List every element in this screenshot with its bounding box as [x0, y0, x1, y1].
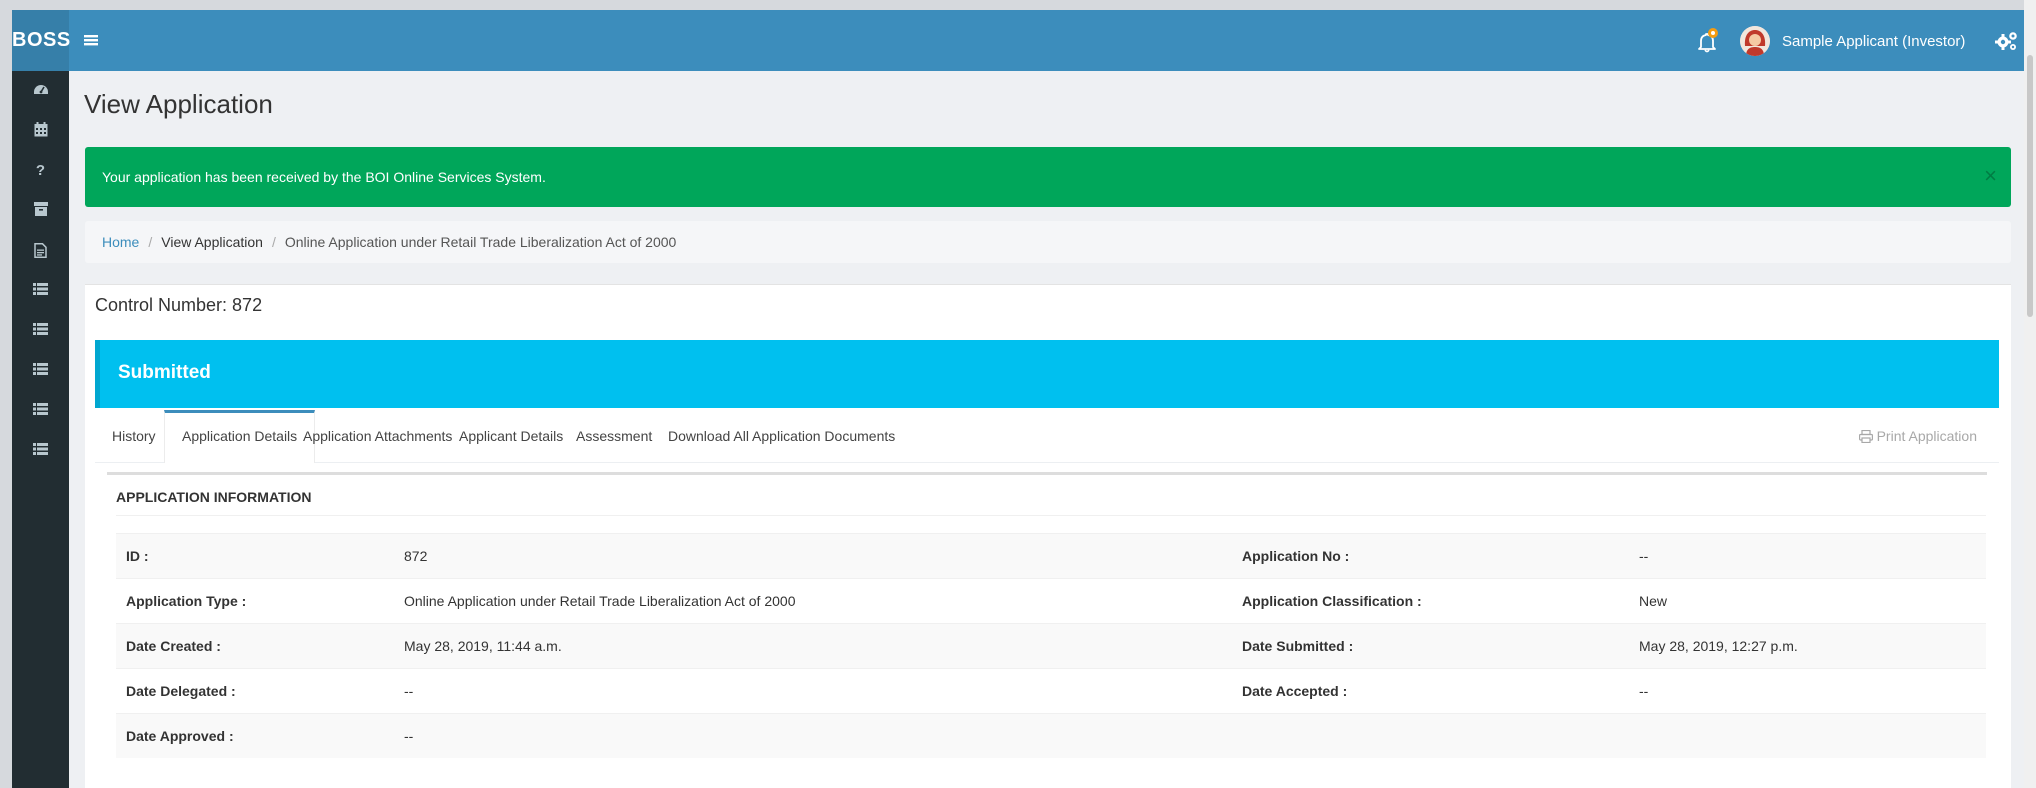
application-box: Control Number: 872 Submitted History Ap… — [85, 284, 2011, 788]
main-content: View Application Your application has be… — [69, 71, 2036, 788]
settings-gears-icon[interactable] — [1994, 29, 2020, 53]
sidebar-item-list-3[interactable] — [12, 352, 69, 386]
id-label: ID : — [116, 533, 394, 579]
date-submitted-value: May 28, 2019, 12:27 p.m. — [1629, 623, 1986, 669]
status-banner: Submitted — [95, 340, 1999, 408]
avatar — [1740, 26, 1770, 56]
tab-bar: History Application Details Application … — [95, 410, 1999, 463]
list-icon — [33, 323, 48, 335]
sidebar-toggle-icon[interactable] — [82, 28, 104, 52]
close-icon[interactable]: × — [1984, 147, 1997, 205]
sidebar-item-list-1[interactable] — [12, 272, 69, 306]
table-row: ID : 872 Application No : -- — [116, 533, 1986, 579]
list-icon — [33, 363, 48, 375]
table-row: Date Delegated : -- Date Accepted : -- — [116, 668, 1986, 714]
print-application-button[interactable]: Print Application — [1858, 410, 1977, 462]
breadcrumb-view-application: View Application — [161, 234, 263, 250]
breadcrumb: Home / View Application / Online Application… — [85, 221, 2011, 263]
date-created-value: May 28, 2019, 11:44 a.m. — [394, 623, 1232, 669]
list-icon — [33, 443, 48, 455]
user-menu[interactable]: Sample Applicant (Investor) — [1740, 24, 1965, 58]
divider — [107, 472, 1987, 475]
sidebar-item-help[interactable]: ? — [12, 153, 69, 187]
sidebar-item-documents[interactable] — [12, 233, 69, 267]
sidebar-item-calendar[interactable] — [12, 112, 69, 146]
breadcrumb-home-link[interactable]: Home — [102, 234, 139, 250]
date-submitted-label: Date Submitted : — [1232, 623, 1629, 669]
list-icon — [33, 403, 48, 415]
printer-icon — [1858, 429, 1873, 443]
date-accepted-value: -- — [1629, 668, 1986, 714]
question-icon: ? — [35, 161, 46, 179]
table-row: Date Approved : -- — [116, 713, 1986, 758]
archive-icon — [33, 202, 48, 216]
app-window: BOSS Sample Applicant (Investor) ? View … — [12, 10, 2036, 788]
date-accepted-label: Date Accepted : — [1232, 668, 1629, 714]
application-no-value: -- — [1629, 533, 1986, 579]
empty-cell — [1629, 713, 1986, 758]
tab-download-documents[interactable]: Download All Application Documents — [651, 410, 912, 462]
print-application-label: Print Application — [1876, 428, 1977, 444]
application-classification-value: New — [1629, 578, 1986, 624]
date-delegated-value: -- — [394, 668, 1232, 714]
top-navbar: BOSS Sample Applicant (Investor) — [12, 10, 2036, 71]
section-title: APPLICATION INFORMATION — [116, 479, 1986, 516]
breadcrumb-separator: / — [271, 234, 276, 250]
control-number: Control Number: 872 — [95, 295, 263, 315]
table-row: Application Type : Online Application un… — [116, 578, 1986, 624]
date-delegated-label: Date Delegated : — [116, 668, 394, 714]
sidebar-item-dashboard[interactable] — [12, 72, 69, 106]
page-title: View Application — [84, 89, 273, 119]
alert-message: Your application has been received by th… — [102, 169, 546, 185]
application-no-label: Application No : — [1232, 533, 1629, 579]
list-icon — [33, 283, 48, 295]
application-type-label: Application Type : — [116, 578, 394, 624]
date-approved-value: -- — [394, 713, 1232, 758]
sidebar-item-list-2[interactable] — [12, 312, 69, 346]
application-type-value: Online Application under Retail Trade Li… — [394, 578, 1232, 624]
breadcrumb-separator: / — [148, 234, 153, 250]
sidebar-item-list-4[interactable] — [12, 392, 69, 426]
dashboard-icon — [33, 85, 48, 94]
empty-cell — [1232, 713, 1629, 758]
calendar-icon — [34, 121, 47, 136]
application-classification-label: Application Classification : — [1232, 578, 1629, 624]
application-info-table: ID : 872 Application No : -- Application… — [116, 533, 1986, 758]
date-approved-label: Date Approved : — [116, 713, 394, 758]
sidebar-item-list-5[interactable] — [12, 432, 69, 466]
tab-history[interactable]: History — [95, 410, 173, 462]
notifications-bell-icon[interactable] — [1692, 26, 1722, 56]
table-row: Date Created : May 28, 2019, 11:44 a.m. … — [116, 623, 1986, 669]
document-icon — [34, 242, 47, 258]
app-logo[interactable]: BOSS — [12, 10, 70, 71]
id-value: 872 — [394, 533, 1232, 579]
breadcrumb-current: Online Application under Retail Trade Li… — [284, 234, 677, 250]
scrollbar-thumb[interactable] — [2027, 55, 2033, 317]
sidebar-item-archive[interactable] — [12, 192, 69, 226]
date-created-label: Date Created : — [116, 623, 394, 669]
username-label: Sample Applicant (Investor) — [1782, 32, 1966, 50]
success-alert: Your application has been received by th… — [85, 147, 2011, 207]
sidebar: ? — [12, 71, 69, 788]
